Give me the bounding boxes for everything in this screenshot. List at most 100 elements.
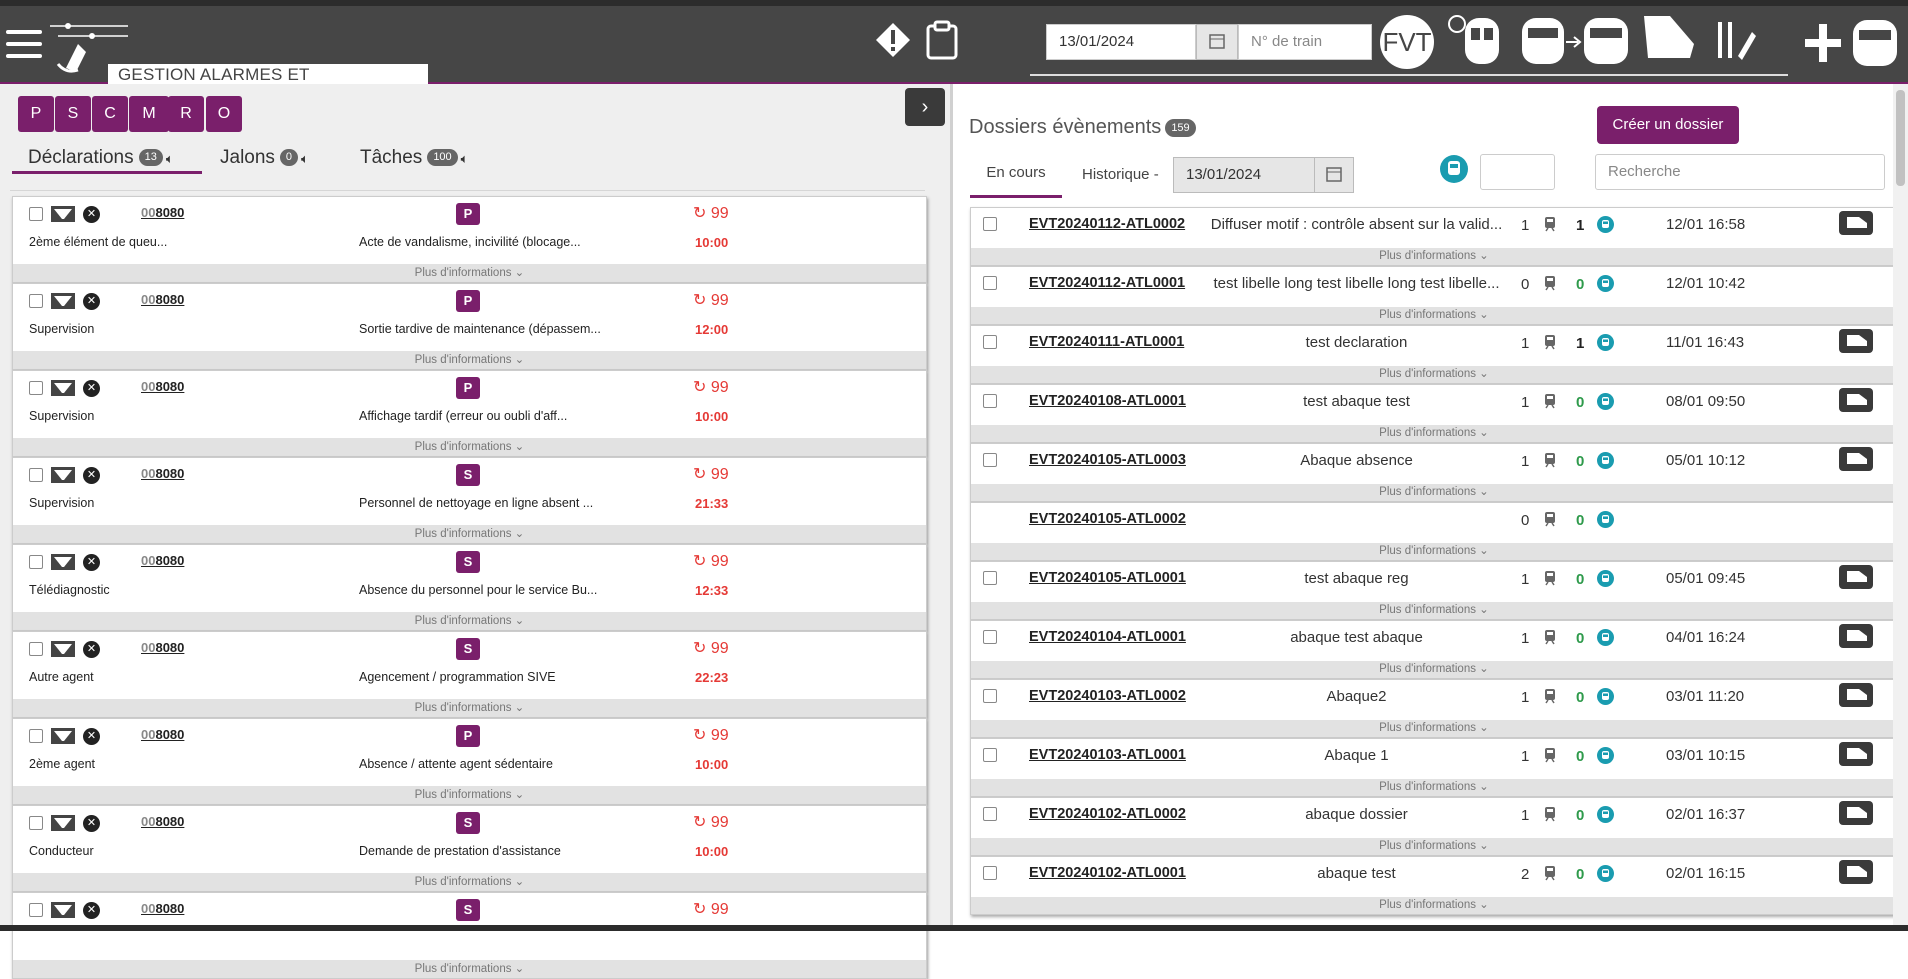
more-info-toggle[interactable]: Plus d'informations ⌄ (13, 264, 926, 282)
close-icon[interactable]: ✕ (83, 380, 100, 397)
search-input[interactable]: Recherche (1595, 154, 1885, 190)
train-number-link[interactable]: 008080 (141, 379, 184, 394)
select-checkbox[interactable] (29, 816, 43, 830)
filter-s-button[interactable]: S (55, 96, 91, 132)
close-icon[interactable]: ✕ (83, 902, 100, 919)
more-info-toggle[interactable]: Plus d'informations ⌄ (13, 873, 926, 891)
filter-r-button[interactable]: R (168, 96, 204, 132)
calendar-button[interactable] (1196, 24, 1238, 60)
more-info-toggle[interactable]: Plus d'informations ⌄ (971, 248, 1897, 265)
dossier-row[interactable]: EVT20240102-ATL0001 abaque test 2 0 02/0… (970, 856, 1898, 915)
declaration-card[interactable]: ✕ 008080 S ↻ 99 Plus d'informations ⌄ (12, 892, 927, 979)
tab-en-cours[interactable]: En cours (970, 148, 1062, 198)
dossier-id-link[interactable]: EVT20240105-ATL0002 (1029, 511, 1186, 527)
select-checkbox[interactable] (29, 381, 43, 395)
close-icon[interactable]: ✕ (83, 815, 100, 832)
filter-c-button[interactable]: C (92, 96, 128, 132)
settings-edit-icon[interactable] (1712, 16, 1758, 64)
declaration-card[interactable]: ✕ 008080 S ↻ 99 Conducteur Demande de pr… (12, 805, 927, 892)
filter-icon[interactable] (51, 815, 75, 831)
history-calendar-button[interactable] (1314, 157, 1354, 193)
menu-icon[interactable] (6, 30, 42, 60)
scrollbar-thumb[interactable] (1896, 90, 1905, 186)
dossier-row[interactable]: EVT20240105-ATL0002 0 0 Plus d'informati… (970, 502, 1898, 561)
tab-declarations[interactable]: Déclarations 13 🔈︎ (12, 142, 202, 174)
filter-icon[interactable] (51, 380, 75, 396)
more-info-toggle[interactable]: Plus d'informations ⌄ (13, 612, 926, 630)
filter-o-button[interactable]: O (206, 96, 242, 132)
select-checkbox[interactable] (983, 689, 997, 703)
close-icon[interactable]: ✕ (83, 467, 100, 484)
more-info-toggle[interactable]: Plus d'informations ⌄ (971, 838, 1897, 855)
dossier-id-link[interactable]: EVT20240112-ATL0002 (1029, 216, 1185, 232)
select-checkbox[interactable] (29, 555, 43, 569)
close-icon[interactable]: ✕ (83, 728, 100, 745)
train-transfer-icon[interactable] (1520, 12, 1632, 68)
train-number-link[interactable]: 008080 (141, 814, 184, 829)
more-info-toggle[interactable]: Plus d'informations ⌄ (971, 366, 1897, 383)
mute-icon[interactable]: 🔈︎ (461, 151, 469, 166)
truck-button[interactable] (1839, 683, 1873, 707)
select-checkbox[interactable] (29, 468, 43, 482)
truck-button[interactable] (1839, 860, 1873, 884)
select-checkbox[interactable] (983, 394, 997, 408)
dossier-id-link[interactable]: EVT20240103-ATL0001 (1029, 747, 1186, 763)
select-checkbox[interactable] (29, 294, 43, 308)
select-checkbox[interactable] (983, 276, 997, 290)
truck-button[interactable] (1839, 447, 1873, 471)
filter-icon[interactable] (51, 467, 75, 483)
date-input[interactable]: 13/01/2024 (1046, 24, 1196, 60)
close-icon[interactable]: ✕ (83, 641, 100, 658)
filter-icon[interactable] (51, 728, 75, 744)
add-train-icon[interactable] (1805, 16, 1899, 68)
fvt-button[interactable]: FVT (1380, 15, 1434, 69)
truck-button[interactable] (1839, 211, 1873, 235)
more-info-toggle[interactable]: Plus d'informations ⌄ (971, 602, 1897, 619)
train-number-link[interactable]: 008080 (141, 553, 184, 568)
create-dossier-button[interactable]: Créer un dossier (1597, 106, 1739, 144)
dossier-id-link[interactable]: EVT20240111-ATL0001 (1029, 334, 1184, 350)
more-info-toggle[interactable]: Plus d'informations ⌄ (971, 484, 1897, 501)
dossier-row[interactable]: EVT20240104-ATL0001 abaque test abaque 1… (970, 620, 1898, 679)
truck-button[interactable] (1839, 388, 1873, 412)
truck-button[interactable] (1839, 329, 1873, 353)
select-checkbox[interactable] (29, 729, 43, 743)
select-checkbox[interactable] (983, 748, 997, 762)
more-info-toggle[interactable]: Plus d'informations ⌄ (971, 661, 1897, 678)
scrollbar[interactable] (1893, 84, 1908, 925)
dossier-row[interactable]: EVT20240102-ATL0002 abaque dossier 1 0 0… (970, 797, 1898, 856)
more-info-toggle[interactable]: Plus d'informations ⌄ (971, 425, 1897, 442)
filter-icon[interactable] (51, 206, 75, 222)
dossier-id-link[interactable]: EVT20240104-ATL0001 (1029, 629, 1186, 645)
more-info-toggle[interactable]: Plus d'informations ⌄ (13, 960, 926, 978)
select-checkbox[interactable] (983, 335, 997, 349)
metro-filter-input[interactable] (1480, 154, 1555, 190)
close-icon[interactable]: ✕ (83, 206, 100, 223)
select-checkbox[interactable] (983, 217, 997, 231)
dossier-id-link[interactable]: EVT20240112-ATL0001 (1029, 275, 1185, 291)
dossier-id-link[interactable]: EVT20240103-ATL0002 (1029, 688, 1186, 704)
mute-icon[interactable]: 🔈︎ (166, 151, 174, 166)
select-checkbox[interactable] (983, 807, 997, 821)
truck-button[interactable] (1839, 624, 1873, 648)
more-info-toggle[interactable]: Plus d'informations ⌄ (13, 438, 926, 456)
train-tilt-icon[interactable] (1640, 12, 1698, 64)
train-number-input[interactable]: N° de train (1238, 24, 1372, 60)
clipboard-icon[interactable] (925, 20, 959, 60)
select-checkbox[interactable] (983, 453, 997, 467)
mute-icon[interactable]: 🔈︎ (301, 151, 309, 166)
train-number-link[interactable]: 008080 (141, 727, 184, 742)
dossier-id-link[interactable]: EVT20240102-ATL0002 (1029, 806, 1186, 822)
truck-button[interactable] (1839, 565, 1873, 589)
filter-icon[interactable] (51, 902, 75, 918)
dossier-id-link[interactable]: EVT20240108-ATL0001 (1029, 393, 1186, 409)
dossier-row[interactable]: EVT20240103-ATL0002 Abaque2 1 0 03/01 11… (970, 679, 1898, 738)
declaration-card[interactable]: ✕ 008080 P ↻ 99 Supervision Affichage ta… (12, 370, 927, 457)
select-checkbox[interactable] (983, 630, 997, 644)
declaration-card[interactable]: ✕ 008080 P ↻ 99 Supervision Sortie tardi… (12, 283, 927, 370)
select-checkbox[interactable] (29, 903, 43, 917)
more-info-toggle[interactable]: Plus d'informations ⌄ (13, 699, 926, 717)
metro-icon[interactable] (1440, 155, 1468, 183)
truck-button[interactable] (1839, 742, 1873, 766)
train-number-link[interactable]: 008080 (141, 466, 184, 481)
